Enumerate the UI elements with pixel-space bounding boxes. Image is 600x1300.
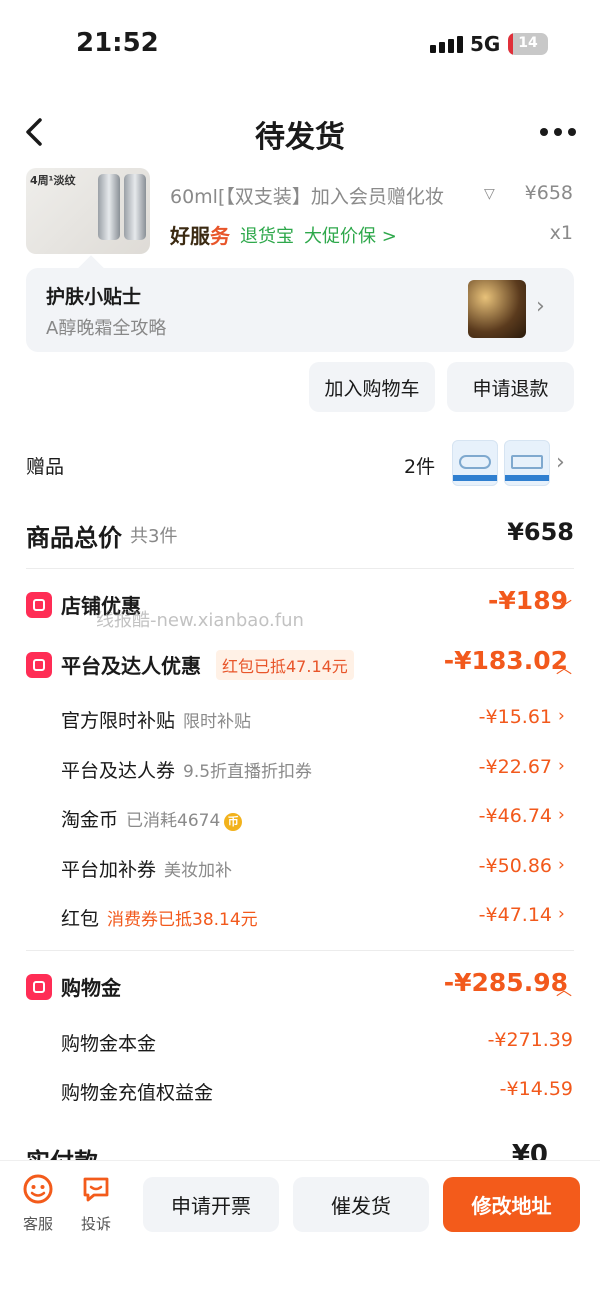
product-qty: x1 — [549, 222, 573, 244]
item-label: 购物金充值权益金 — [61, 1082, 214, 1104]
shopping-gold-amount: -¥285.98 — [443, 968, 568, 997]
product-name: 60ml[【双支装】加入会员赠化妆 — [170, 186, 444, 208]
item-label: 平台加补券 — [61, 859, 157, 881]
gifts-count: 2件 — [404, 456, 436, 478]
chevron-up-icon[interactable]: ︿ — [556, 654, 572, 678]
smile-icon — [23, 1174, 53, 1204]
item-desc: 美妆加补 — [164, 861, 233, 881]
item-desc: 9.5折直播折扣券 — [183, 762, 313, 782]
discount-item[interactable]: 红包 消费券已抵38.14元 -¥47.14 › — [0, 900, 600, 932]
chevron-down-icon[interactable]: ﹀ — [556, 594, 572, 618]
refund-button[interactable]: 申请退款 — [447, 362, 574, 412]
shopping-gold-icon — [26, 974, 52, 1000]
add-to-cart-button[interactable]: 加入购物车 — [309, 362, 435, 412]
network-label: 5G — [470, 32, 501, 56]
chevron-right-icon: › — [536, 294, 545, 319]
item-amount: -¥50.86 — [478, 855, 552, 877]
divider — [26, 950, 574, 951]
invoice-button[interactable]: 申请开票 — [143, 1177, 279, 1232]
status-time: 21:52 — [76, 28, 159, 58]
discount-item[interactable]: 平台加补券 美妆加补 -¥50.86 › — [0, 851, 600, 883]
gold-item: 购物金充值权益金 -¥14.59 — [0, 1074, 600, 1106]
item-label: 购物金本金 — [61, 1033, 157, 1055]
item-amount: -¥14.59 — [499, 1078, 573, 1100]
coin-icon: 币 — [224, 813, 243, 831]
item-desc: 消费券已抵38.14元 — [107, 910, 258, 930]
chat-icon — [83, 1177, 109, 1202]
platform-discount-label: 平台及达人优惠 — [61, 654, 201, 678]
gifts-row[interactable]: 赠品 2件 › — [0, 436, 600, 492]
total-price: ¥658 — [507, 518, 574, 546]
watermark: 线报酷-new.xianbao.fun — [96, 610, 304, 631]
gold-item: 购物金本金 -¥271.39 — [0, 1025, 600, 1057]
good-service-logo: 好服务 — [170, 224, 230, 248]
item-amount: -¥15.61 — [478, 706, 552, 728]
service-tags: 好服务 退货宝 大促价保 > — [170, 220, 397, 249]
tips-title: 护肤小贴士 — [46, 286, 142, 308]
change-address-button[interactable]: 修改地址 — [443, 1177, 580, 1232]
chevron-right-icon: › — [558, 805, 565, 825]
item-desc: 已消耗4674 — [126, 811, 221, 831]
tips-image — [468, 280, 526, 338]
discount-item[interactable]: 淘金币 已消耗4674 币 -¥46.74 › — [0, 801, 600, 833]
chevron-right-icon: › — [558, 706, 565, 726]
discount-item[interactable]: 官方限时补贴 限时补贴 -¥15.61 › — [0, 702, 600, 734]
product-thumbnail[interactable]: 4周¹淡纹 — [26, 168, 150, 254]
total-label: 商品总价 — [26, 524, 122, 552]
chevron-right-icon: › — [556, 450, 565, 475]
chevron-right-icon: › — [558, 855, 565, 875]
platform-discount-row[interactable]: 平台及达人优惠 红包已抵47.14元 -¥183.02 ︿ — [0, 646, 600, 686]
product-row[interactable]: 4周¹淡纹 60ml[【双支装】加入会员赠化妆 ▽ ¥658 好服务 退货宝 大… — [0, 164, 600, 260]
thumb-tag: 4周¹淡纹 — [30, 174, 76, 187]
platform-icon — [26, 652, 52, 678]
total-count: 共3件 — [130, 526, 178, 547]
item-label: 红包 — [61, 908, 100, 930]
gift-image — [452, 440, 498, 486]
item-amount: -¥46.74 — [478, 805, 552, 827]
redpacket-badge: 红包已抵47.14元 — [216, 650, 354, 680]
item-desc: 限时补贴 — [183, 712, 252, 732]
customer-service-label: 客服 — [22, 1215, 53, 1233]
complaint-label: 投诉 — [80, 1215, 111, 1233]
urge-shipping-button[interactable]: 催发货 — [293, 1177, 429, 1232]
skincare-tips-card[interactable]: 护肤小贴士 A醇晚霜全攻略 › — [26, 255, 574, 352]
product-price: ¥658 — [524, 182, 573, 204]
store-icon — [26, 592, 52, 618]
divider — [26, 568, 574, 569]
item-amount: -¥22.67 — [478, 756, 552, 778]
gift-image — [504, 440, 550, 486]
return-insurance-tag: 退货宝 — [240, 225, 294, 247]
battery-level: 14 — [518, 35, 538, 51]
item-amount: -¥47.14 — [478, 904, 552, 926]
goods-total: 商品总价 共3件 ¥658 — [0, 512, 600, 560]
more-icon[interactable] — [540, 120, 580, 144]
nav-bar: 待发货 — [0, 100, 600, 164]
item-label: 官方限时补贴 — [61, 710, 176, 732]
customer-service-button[interactable]: 客服 — [18, 1173, 58, 1234]
chevron-right-icon: › — [558, 904, 565, 924]
signal-icon — [430, 36, 463, 53]
shopping-gold-row[interactable]: 购物金 -¥285.98 ︿ — [0, 968, 600, 1008]
chevron-up-icon[interactable]: ︿ — [556, 976, 572, 1000]
gifts-label: 赠品 — [26, 456, 65, 478]
chevron-down-icon[interactable]: ▽ — [484, 186, 495, 202]
platform-discount-amount: -¥183.02 — [443, 646, 568, 675]
price-protect-tag[interactable]: 大促价保 > — [304, 222, 397, 248]
tips-subtitle: A醇晚霜全攻略 — [46, 318, 167, 339]
bottom-bar: 客服 投诉 申请开票 催发货 修改地址 — [0, 1160, 600, 1300]
complaint-button[interactable]: 投诉 — [76, 1173, 116, 1234]
item-label: 淘金币 — [61, 809, 119, 831]
item-label: 平台及达人券 — [61, 760, 176, 782]
battery-icon: 14 — [508, 33, 548, 55]
discount-item[interactable]: 平台及达人券 9.5折直播折扣券 -¥22.67 › — [0, 752, 600, 784]
status-bar: 21:52 5G 14 — [0, 0, 600, 90]
item-amount: -¥271.39 — [487, 1029, 573, 1051]
shopping-gold-label: 购物金 — [61, 976, 121, 1000]
chevron-right-icon: › — [558, 756, 565, 776]
page-title: 待发货 — [255, 120, 345, 155]
